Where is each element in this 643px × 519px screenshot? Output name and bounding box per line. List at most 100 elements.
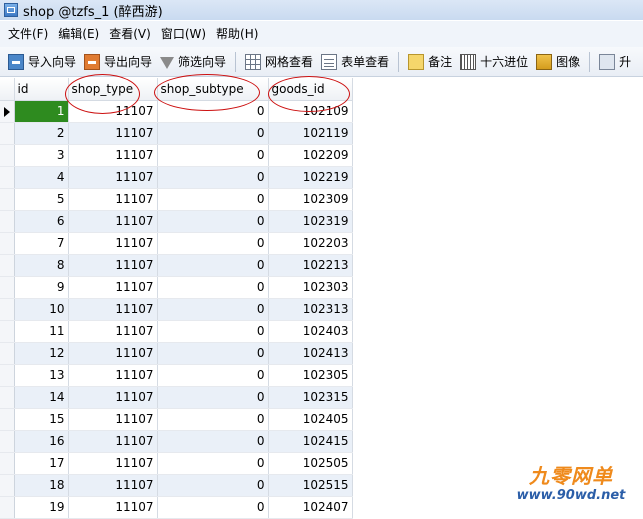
row-header[interactable]: [0, 386, 15, 409]
cell-shop-type[interactable]: 11107: [68, 298, 158, 321]
cell-id[interactable]: 6: [14, 210, 69, 233]
row-header[interactable]: [0, 122, 15, 145]
menu-help[interactable]: 帮助(H): [211, 23, 263, 45]
cell-shop-subtype[interactable]: 0: [157, 408, 269, 431]
cell-id[interactable]: 16: [14, 430, 69, 453]
row-header[interactable]: [0, 320, 15, 343]
menu-file[interactable]: 文件(F): [3, 23, 53, 45]
row-header[interactable]: [0, 210, 15, 233]
cell-id[interactable]: 13: [14, 364, 69, 387]
column-header-goods-id[interactable]: goods_id: [268, 78, 353, 101]
cell-shop-type[interactable]: 11107: [68, 232, 158, 255]
filter-wizard-button[interactable]: 筛选向导: [156, 50, 230, 74]
row-header[interactable]: [0, 232, 15, 255]
cell-id[interactable]: 14: [14, 386, 69, 409]
row-header[interactable]: [0, 254, 15, 277]
row-header[interactable]: [0, 276, 15, 299]
table-row[interactable]: 7 11107 0 102203: [0, 232, 353, 255]
cell-shop-subtype[interactable]: 0: [157, 298, 269, 321]
cell-shop-subtype[interactable]: 0: [157, 452, 269, 475]
cell-goods-id[interactable]: 102209: [268, 144, 353, 167]
cell-shop-type[interactable]: 11107: [68, 474, 158, 497]
cell-id[interactable]: 3: [14, 144, 69, 167]
row-header[interactable]: [0, 342, 15, 365]
menu-view[interactable]: 查看(V): [104, 23, 156, 45]
cell-id[interactable]: 15: [14, 408, 69, 431]
cell-id[interactable]: 4: [14, 166, 69, 189]
cell-shop-subtype[interactable]: 0: [157, 188, 269, 211]
row-header[interactable]: [0, 188, 15, 211]
menu-edit[interactable]: 编辑(E): [53, 23, 104, 45]
cell-shop-subtype[interactable]: 0: [157, 342, 269, 365]
cell-goods-id[interactable]: 102305: [268, 364, 353, 387]
cell-id[interactable]: 9: [14, 276, 69, 299]
row-header[interactable]: [0, 496, 15, 519]
cell-id[interactable]: 19: [14, 496, 69, 519]
cell-shop-type[interactable]: 11107: [68, 364, 158, 387]
table-row[interactable]: 3 11107 0 102209: [0, 144, 353, 167]
cell-goods-id[interactable]: 102219: [268, 166, 353, 189]
cell-goods-id[interactable]: 102203: [268, 232, 353, 255]
column-header-shop-type[interactable]: shop_type: [68, 78, 158, 101]
cell-shop-subtype[interactable]: 0: [157, 276, 269, 299]
grid-view-button[interactable]: 网格查看: [241, 50, 317, 74]
table-row[interactable]: 19 11107 0 102407: [0, 496, 353, 519]
cell-id[interactable]: 1: [14, 100, 69, 123]
cell-shop-type[interactable]: 11107: [68, 276, 158, 299]
table-row[interactable]: 1 11107 0 102109: [0, 100, 353, 123]
memo-button[interactable]: 备注: [404, 50, 456, 74]
image-button[interactable]: 图像: [532, 50, 584, 74]
cell-shop-type[interactable]: 11107: [68, 342, 158, 365]
cell-goods-id[interactable]: 102315: [268, 386, 353, 409]
table-row[interactable]: 14 11107 0 102315: [0, 386, 353, 409]
table-row[interactable]: 10 11107 0 102313: [0, 298, 353, 321]
table-row[interactable]: 16 11107 0 102415: [0, 430, 353, 453]
cell-shop-type[interactable]: 11107: [68, 166, 158, 189]
table-row[interactable]: 6 11107 0 102319: [0, 210, 353, 233]
cell-id[interactable]: 7: [14, 232, 69, 255]
hex-button[interactable]: 十六进位: [456, 50, 532, 74]
cell-shop-type[interactable]: 11107: [68, 496, 158, 519]
row-header[interactable]: [0, 474, 15, 497]
cell-goods-id[interactable]: 102415: [268, 430, 353, 453]
cell-shop-subtype[interactable]: 0: [157, 122, 269, 145]
cell-shop-type[interactable]: 11107: [68, 320, 158, 343]
cell-shop-type[interactable]: 11107: [68, 386, 158, 409]
cell-goods-id[interactable]: 102413: [268, 342, 353, 365]
row-header[interactable]: [0, 298, 15, 321]
cell-id[interactable]: 11: [14, 320, 69, 343]
cell-goods-id[interactable]: 102303: [268, 276, 353, 299]
cell-shop-subtype[interactable]: 0: [157, 144, 269, 167]
cell-goods-id[interactable]: 102403: [268, 320, 353, 343]
table-row[interactable]: 9 11107 0 102303: [0, 276, 353, 299]
cell-id[interactable]: 8: [14, 254, 69, 277]
table-row[interactable]: 15 11107 0 102405: [0, 408, 353, 431]
cell-id[interactable]: 10: [14, 298, 69, 321]
cell-goods-id[interactable]: 102309: [268, 188, 353, 211]
row-header[interactable]: [0, 452, 15, 475]
row-header[interactable]: [0, 166, 15, 189]
table-row[interactable]: 12 11107 0 102413: [0, 342, 353, 365]
column-header-shop-subtype[interactable]: shop_subtype: [157, 78, 269, 101]
cell-shop-subtype[interactable]: 0: [157, 210, 269, 233]
table-row[interactable]: 2 11107 0 102119: [0, 122, 353, 145]
cell-shop-subtype[interactable]: 0: [157, 430, 269, 453]
overflow-button[interactable]: 升: [595, 50, 635, 74]
cell-goods-id[interactable]: 102119: [268, 122, 353, 145]
row-header[interactable]: [0, 100, 15, 123]
cell-shop-type[interactable]: 11107: [68, 430, 158, 453]
table-row[interactable]: 4 11107 0 102219: [0, 166, 353, 189]
cell-shop-subtype[interactable]: 0: [157, 320, 269, 343]
cell-shop-subtype[interactable]: 0: [157, 166, 269, 189]
row-header[interactable]: [0, 408, 15, 431]
cell-id[interactable]: 12: [14, 342, 69, 365]
cell-shop-subtype[interactable]: 0: [157, 364, 269, 387]
export-wizard-button[interactable]: 导出向导: [80, 50, 156, 74]
cell-shop-type[interactable]: 11107: [68, 100, 158, 123]
cell-shop-type[interactable]: 11107: [68, 144, 158, 167]
table-row[interactable]: 17 11107 0 102505: [0, 452, 353, 475]
cell-shop-subtype[interactable]: 0: [157, 386, 269, 409]
cell-goods-id[interactable]: 102319: [268, 210, 353, 233]
cell-shop-subtype[interactable]: 0: [157, 254, 269, 277]
cell-goods-id[interactable]: 102515: [268, 474, 353, 497]
